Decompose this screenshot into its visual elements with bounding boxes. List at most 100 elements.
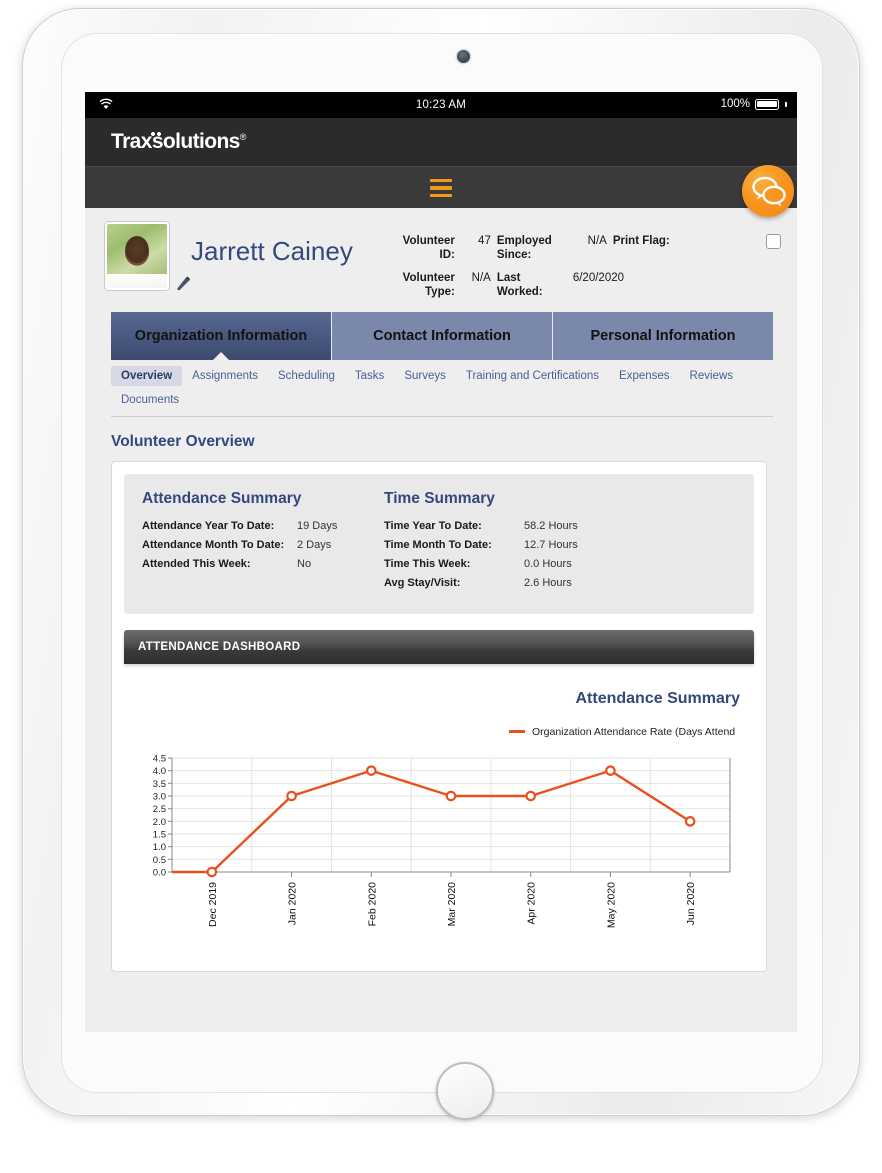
time-mtd-label: Time Month To Date: xyxy=(384,538,492,551)
attendance-ytd-value: 19 Days xyxy=(297,519,338,532)
svg-text:2.0: 2.0 xyxy=(153,816,166,827)
sidebar-item-expenses[interactable]: Expenses xyxy=(609,366,680,386)
traxsolutions-logo[interactable]: Traxsolutions® xyxy=(111,130,246,154)
hamburger-menu-icon[interactable] xyxy=(430,179,452,197)
sidebar-item-training-and-certifications[interactable]: Training and Certifications xyxy=(456,366,609,386)
sidebar-item-assignments[interactable]: Assignments xyxy=(182,366,268,386)
attendance-mtd-value: 2 Days xyxy=(297,538,332,551)
legend-swatch-icon xyxy=(509,730,525,733)
volunteer-type-value: N/A xyxy=(471,271,491,284)
sidebar-item-scheduling[interactable]: Scheduling xyxy=(268,366,345,386)
tab-organization-information[interactable]: Organization Information xyxy=(111,311,332,360)
registered-mark: ® xyxy=(239,132,247,142)
svg-text:4.0: 4.0 xyxy=(153,766,166,777)
svg-text:May 2020: May 2020 xyxy=(605,881,617,927)
svg-text:0.0: 0.0 xyxy=(153,867,166,878)
attendance-mtd-label: Attendance Month To Date: xyxy=(142,538,285,551)
sidebar-item-reviews[interactable]: Reviews xyxy=(680,366,743,386)
print-flag-checkbox[interactable] xyxy=(766,234,781,249)
time-mtd-value: 12.7 Hours xyxy=(524,538,578,551)
battery-percent-label: 100% xyxy=(720,98,750,110)
time-this-week-label: Time This Week: xyxy=(384,557,471,570)
page-title: Jarrett Cainey xyxy=(191,236,353,266)
attendance-summary-heading: Attendance Summary xyxy=(142,489,302,507)
svg-text:Apr 2020: Apr 2020 xyxy=(526,881,538,924)
chart-title: Attendance Summary xyxy=(575,689,741,707)
time-ytd-value: 58.2 Hours xyxy=(524,519,578,532)
svg-text:1.5: 1.5 xyxy=(153,829,166,840)
attendance-summary-column: Attendance Summary Attendance Year To Da… xyxy=(142,490,384,596)
sidebar-item-tasks[interactable]: Tasks xyxy=(345,366,394,386)
chat-bubbles-icon[interactable] xyxy=(742,165,794,217)
pencil-edit-icon[interactable] xyxy=(175,276,191,292)
tablet-screen: 10:23 AM 100% Traxsolutions® Jarrett Cai… xyxy=(85,92,797,1032)
last-worked-label: Last Worked: xyxy=(496,271,543,299)
time-this-week-value: 0.0 Hours xyxy=(524,557,572,570)
attended-this-week-label: Attended This Week: xyxy=(142,557,251,570)
list-item: Attended This Week: No xyxy=(142,558,384,570)
logo-umlaut-s: s xyxy=(150,130,164,153)
avatar-container xyxy=(105,222,190,291)
attended-this-week-value: No xyxy=(297,557,312,570)
summary-box: Attendance Summary Attendance Year To Da… xyxy=(124,473,754,614)
tab-contact-information[interactable]: Contact Information xyxy=(332,311,553,360)
profile-fields: Volunteer ID: 47 Employed Since: N/A Pri… xyxy=(389,234,781,300)
last-worked-value: 6/20/2020 xyxy=(572,271,625,284)
svg-text:Jan 2020: Jan 2020 xyxy=(287,881,299,924)
sidebar-item-documents[interactable]: Documents xyxy=(111,390,189,410)
list-item: Time Month To Date: 12.7 Hours xyxy=(384,539,578,551)
logo-text-olutions: olutions xyxy=(162,130,240,153)
time-summary-column: Time Summary Time Year To Date: 58.2 Hou… xyxy=(384,490,578,596)
print-flag-label: Print Flag: xyxy=(612,235,670,247)
status-time: 10:23 AM xyxy=(415,99,467,111)
front-camera-icon xyxy=(457,50,470,63)
home-button[interactable] xyxy=(436,1062,494,1120)
sidebar-item-overview[interactable]: Overview xyxy=(111,365,183,386)
status-bar: 10:23 AM 100% xyxy=(85,92,797,118)
sub-tab-bar: Overview Assignments Scheduling Tasks Su… xyxy=(111,360,773,417)
list-item: Attendance Month To Date: 2 Days xyxy=(142,539,384,551)
svg-text:4.5: 4.5 xyxy=(153,753,166,764)
sidebar-item-surveys[interactable]: Surveys xyxy=(394,366,456,386)
avg-stay-visit-label: Avg Stay/Visit: xyxy=(384,576,461,589)
section-title: Volunteer Overview xyxy=(111,432,255,450)
battery-cap-icon xyxy=(785,101,787,107)
svg-text:3.0: 3.0 xyxy=(153,791,166,802)
chart-plot: 0.0 0.51.0 1.5 2.02.5 3.0 3.54.0 4.5 Dec 2019 Ja… xyxy=(153,753,731,928)
volunteer-id-value: 47 xyxy=(478,235,491,247)
time-summary-heading: Time Summary xyxy=(384,489,495,507)
volunteer-type-label: Volunteer Type: xyxy=(402,271,455,299)
employed-since-value: N/A xyxy=(587,235,607,247)
time-ytd-label: Time Year To Date: xyxy=(384,519,482,532)
list-item: Avg Stay/Visit: 2.6 Hours xyxy=(384,577,578,589)
battery-indicator: 100% xyxy=(721,98,787,110)
employed-since-label: Employed Since: xyxy=(496,235,552,262)
svg-text:1.0: 1.0 xyxy=(153,842,166,853)
chart-legend: Organization Attendance Rate (Days Atten… xyxy=(509,726,754,738)
avatar xyxy=(105,222,169,290)
svg-text:Dec 2019: Dec 2019 xyxy=(207,881,219,926)
overview-panel: Attendance Summary Attendance Year To Da… xyxy=(111,460,767,972)
volunteer-id-label: Volunteer ID: xyxy=(402,235,455,262)
svg-text:Jun 2020: Jun 2020 xyxy=(685,881,697,924)
svg-text:Feb 2020: Feb 2020 xyxy=(366,881,378,926)
profile-header: Jarrett Cainey Volunteer ID: 47 Employed… xyxy=(85,208,797,306)
attendance-ytd-label: Attendance Year To Date: xyxy=(142,519,275,532)
attendance-chart: Attendance Summary Organization Attendan… xyxy=(124,664,754,959)
avg-stay-visit-value: 2.6 Hours xyxy=(524,576,572,589)
list-item: Time This Week: 0.0 Hours xyxy=(384,558,578,570)
svg-text:3.5: 3.5 xyxy=(153,778,166,789)
svg-text:0.5: 0.5 xyxy=(153,854,166,865)
attendance-dashboard-header: ATTENDANCE DASHBOARD xyxy=(124,629,754,664)
list-item: Time Year To Date: 58.2 Hours xyxy=(384,520,578,532)
tab-personal-information[interactable]: Personal Information xyxy=(553,311,773,360)
logo-text-trax: Trax xyxy=(111,130,152,153)
legend-label: Organization Attendance Rate (Days Atten… xyxy=(532,725,736,738)
list-item: Attendance Year To Date: 19 Days xyxy=(142,520,384,532)
brand-bar: Traxsolutions® xyxy=(85,118,797,166)
svg-text:2.5: 2.5 xyxy=(153,804,166,815)
main-tab-bar: Organization Information Contact Informa… xyxy=(111,311,773,360)
svg-text:Mar 2020: Mar 2020 xyxy=(446,881,458,926)
menu-bar xyxy=(85,166,797,208)
